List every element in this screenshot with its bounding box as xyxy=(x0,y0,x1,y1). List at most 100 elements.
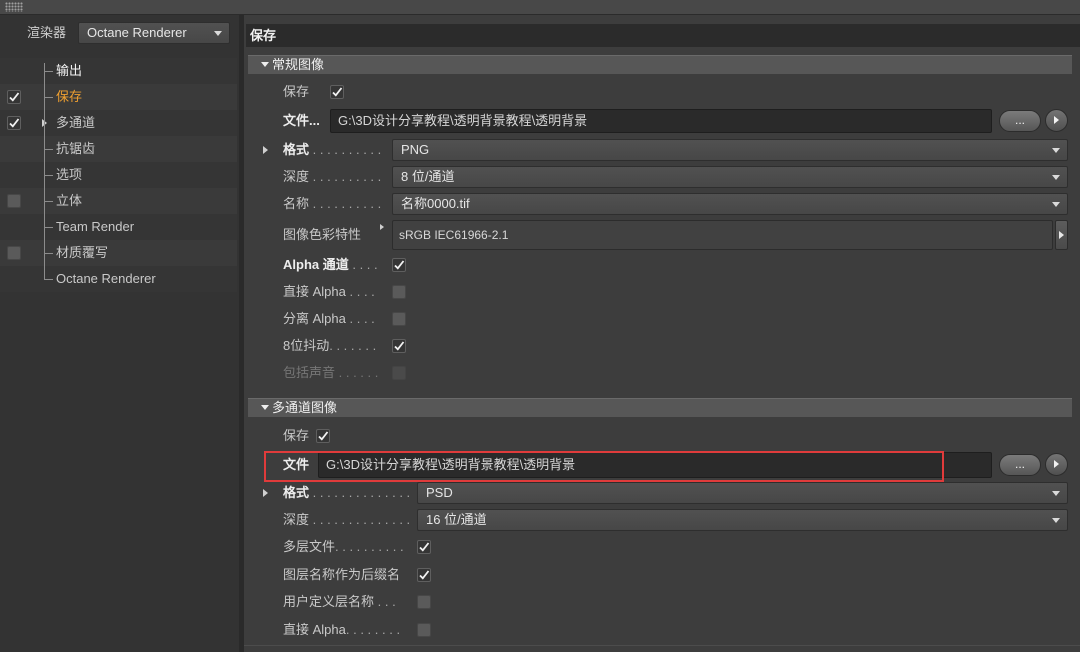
mp-format-dropdown[interactable]: PSD xyxy=(417,482,1068,504)
name-dropdown[interactable]: 名称0000.tif xyxy=(392,193,1068,215)
grip-icon[interactable] xyxy=(5,2,23,12)
depth-label: 深度 . . . . . . . . . . xyxy=(283,169,382,184)
checkmark-icon xyxy=(419,542,430,552)
chevron-down-icon xyxy=(1052,518,1060,523)
dither-label: 8位抖动. . . . . . . xyxy=(283,338,377,353)
section-title: 常规图像 xyxy=(272,57,325,72)
panel-header xyxy=(246,24,1080,47)
chevron-down-icon xyxy=(1052,491,1060,496)
checkmark-icon xyxy=(394,341,405,351)
highlight-box xyxy=(264,451,944,482)
mp-file-options-button[interactable] xyxy=(1045,453,1068,476)
window-title-bar xyxy=(0,0,1080,15)
save-checkbox[interactable] xyxy=(330,85,344,99)
sidebar-item-antialiasing[interactable]: 抗锯齿 xyxy=(0,136,237,162)
sidebar-item-label: 输出 xyxy=(56,63,83,78)
include-sound-label: 包括声音 . . . . . . xyxy=(283,365,379,380)
tree-line xyxy=(44,63,45,279)
sidebar-item-label: 材质覆写 xyxy=(56,245,109,260)
sidebar-item-team-render[interactable]: Team Render xyxy=(0,214,237,240)
alpha-channel-label: Alpha 通道 . . . . xyxy=(283,257,378,272)
straight-alpha-checkbox[interactable] xyxy=(392,285,406,299)
file-path-input[interactable]: G:\3D设计分享教程\透明背景教程\透明背景 xyxy=(330,109,992,133)
sidebar-item-octane-renderer[interactable]: Octane Renderer xyxy=(0,266,237,292)
user-layer-name-checkbox[interactable] xyxy=(417,595,431,609)
renderer-dropdown[interactable]: Octane Renderer xyxy=(78,22,230,44)
sidebar-item-label: 立体 xyxy=(56,193,83,208)
separate-alpha-checkbox[interactable] xyxy=(392,312,406,326)
mp-format-label: 格式 . . . . . . . . . . . . . . xyxy=(283,485,411,500)
expand-arrow-icon[interactable] xyxy=(263,146,268,154)
color-profile-menu-button[interactable] xyxy=(1055,220,1068,250)
alpha-channel-checkbox[interactable] xyxy=(392,258,406,272)
expand-arrow-icon[interactable] xyxy=(380,224,384,230)
mp-format-value: PSD xyxy=(426,485,453,500)
renderer-label: 渲染器 xyxy=(27,25,67,40)
sidebar-item-save[interactable]: 保存 xyxy=(0,84,237,110)
sidebar-item-label: 选项 xyxy=(56,167,83,182)
chevron-down-icon xyxy=(1052,175,1060,180)
mp-straight-alpha-checkbox[interactable] xyxy=(417,623,431,637)
tree-branch xyxy=(44,253,53,254)
sidebar-item-options[interactable]: 选项 xyxy=(0,162,237,188)
tree-branch xyxy=(44,227,53,228)
sidebar-item-stereoscopic[interactable]: 立体 xyxy=(0,188,237,214)
settings-tree: 输出 保存 多通道 抗锯齿 选项 立体 Team Render 材质覆写 Oct… xyxy=(0,58,237,292)
section-multipass-image[interactable]: 多通道图像 xyxy=(248,398,1072,417)
multilayer-label: 多层文件. . . . . . . . . . xyxy=(283,539,404,554)
expand-arrow-icon[interactable] xyxy=(263,489,268,497)
browse-button[interactable]: ... xyxy=(999,110,1041,132)
include-sound-checkbox xyxy=(392,366,406,380)
tree-branch xyxy=(44,149,53,150)
enable-checkbox[interactable] xyxy=(7,116,21,130)
format-dropdown[interactable]: PNG xyxy=(392,139,1068,161)
enable-checkbox[interactable] xyxy=(7,90,21,104)
tree-branch xyxy=(44,175,53,176)
name-value: 名称0000.tif xyxy=(401,196,470,211)
checkmark-icon xyxy=(419,570,430,580)
layer-name-suffix-checkbox[interactable] xyxy=(417,568,431,582)
mp-straight-alpha-label: 直接 Alpha. . . . . . . . xyxy=(283,622,401,637)
depth-dropdown[interactable]: 8 位/通道 xyxy=(392,166,1068,188)
format-label: 格式 . . . . . . . . . . xyxy=(283,142,382,157)
checkmark-icon xyxy=(394,260,405,270)
tree-branch xyxy=(44,201,53,202)
mp-depth-dropdown[interactable]: 16 位/通道 xyxy=(417,509,1068,531)
dither-checkbox[interactable] xyxy=(392,339,406,353)
tree-branch xyxy=(44,279,53,280)
sidebar-item-label: 抗锯齿 xyxy=(56,141,96,156)
format-value: PNG xyxy=(401,142,430,157)
checkmark-icon xyxy=(9,118,20,128)
enable-checkbox[interactable] xyxy=(7,194,21,208)
tree-branch xyxy=(44,71,53,72)
enable-checkbox[interactable] xyxy=(7,246,21,260)
mp-save-label: 保存 xyxy=(283,428,310,443)
collapse-arrow-icon xyxy=(261,405,269,410)
chevron-down-icon xyxy=(214,31,222,36)
section-regular-image[interactable]: 常规图像 xyxy=(248,55,1072,74)
sidebar-item-multipass[interactable]: 多通道 xyxy=(0,110,237,136)
file-options-button[interactable] xyxy=(1045,109,1068,132)
mp-browse-button[interactable]: ... xyxy=(999,454,1041,476)
depth-value: 8 位/通道 xyxy=(401,169,455,184)
color-profile-field[interactable]: sRGB IEC61966-2.1 xyxy=(392,220,1053,250)
renderer-value: Octane Renderer xyxy=(87,25,187,40)
separate-alpha-label: 分离 Alpha . . . . xyxy=(283,311,375,326)
mp-depth-label: 深度 . . . . . . . . . . . . . . xyxy=(283,512,411,527)
chevron-down-icon xyxy=(1052,148,1060,153)
section-title: 多通道图像 xyxy=(272,400,338,415)
sidebar-item-label: Team Render xyxy=(56,219,135,234)
name-label: 名称 . . . . . . . . . . xyxy=(283,196,382,211)
sidebar-item-label: Octane Renderer xyxy=(56,271,156,286)
sidebar-item-material-override[interactable]: 材质覆写 xyxy=(0,240,237,266)
layer-name-suffix-label: 图层名称作为后缀名 xyxy=(283,567,401,582)
sidebar-item-output[interactable]: 输出 xyxy=(0,58,237,84)
checkmark-icon xyxy=(318,431,329,441)
page-title: 保存 xyxy=(250,28,277,43)
mp-save-checkbox[interactable] xyxy=(316,429,330,443)
sidebar-item-label: 多通道 xyxy=(56,115,96,130)
multilayer-checkbox[interactable] xyxy=(417,540,431,554)
straight-alpha-label: 直接 Alpha . . . . xyxy=(283,284,375,299)
play-arrow-icon xyxy=(1054,116,1059,124)
chevron-down-icon xyxy=(1052,202,1060,207)
